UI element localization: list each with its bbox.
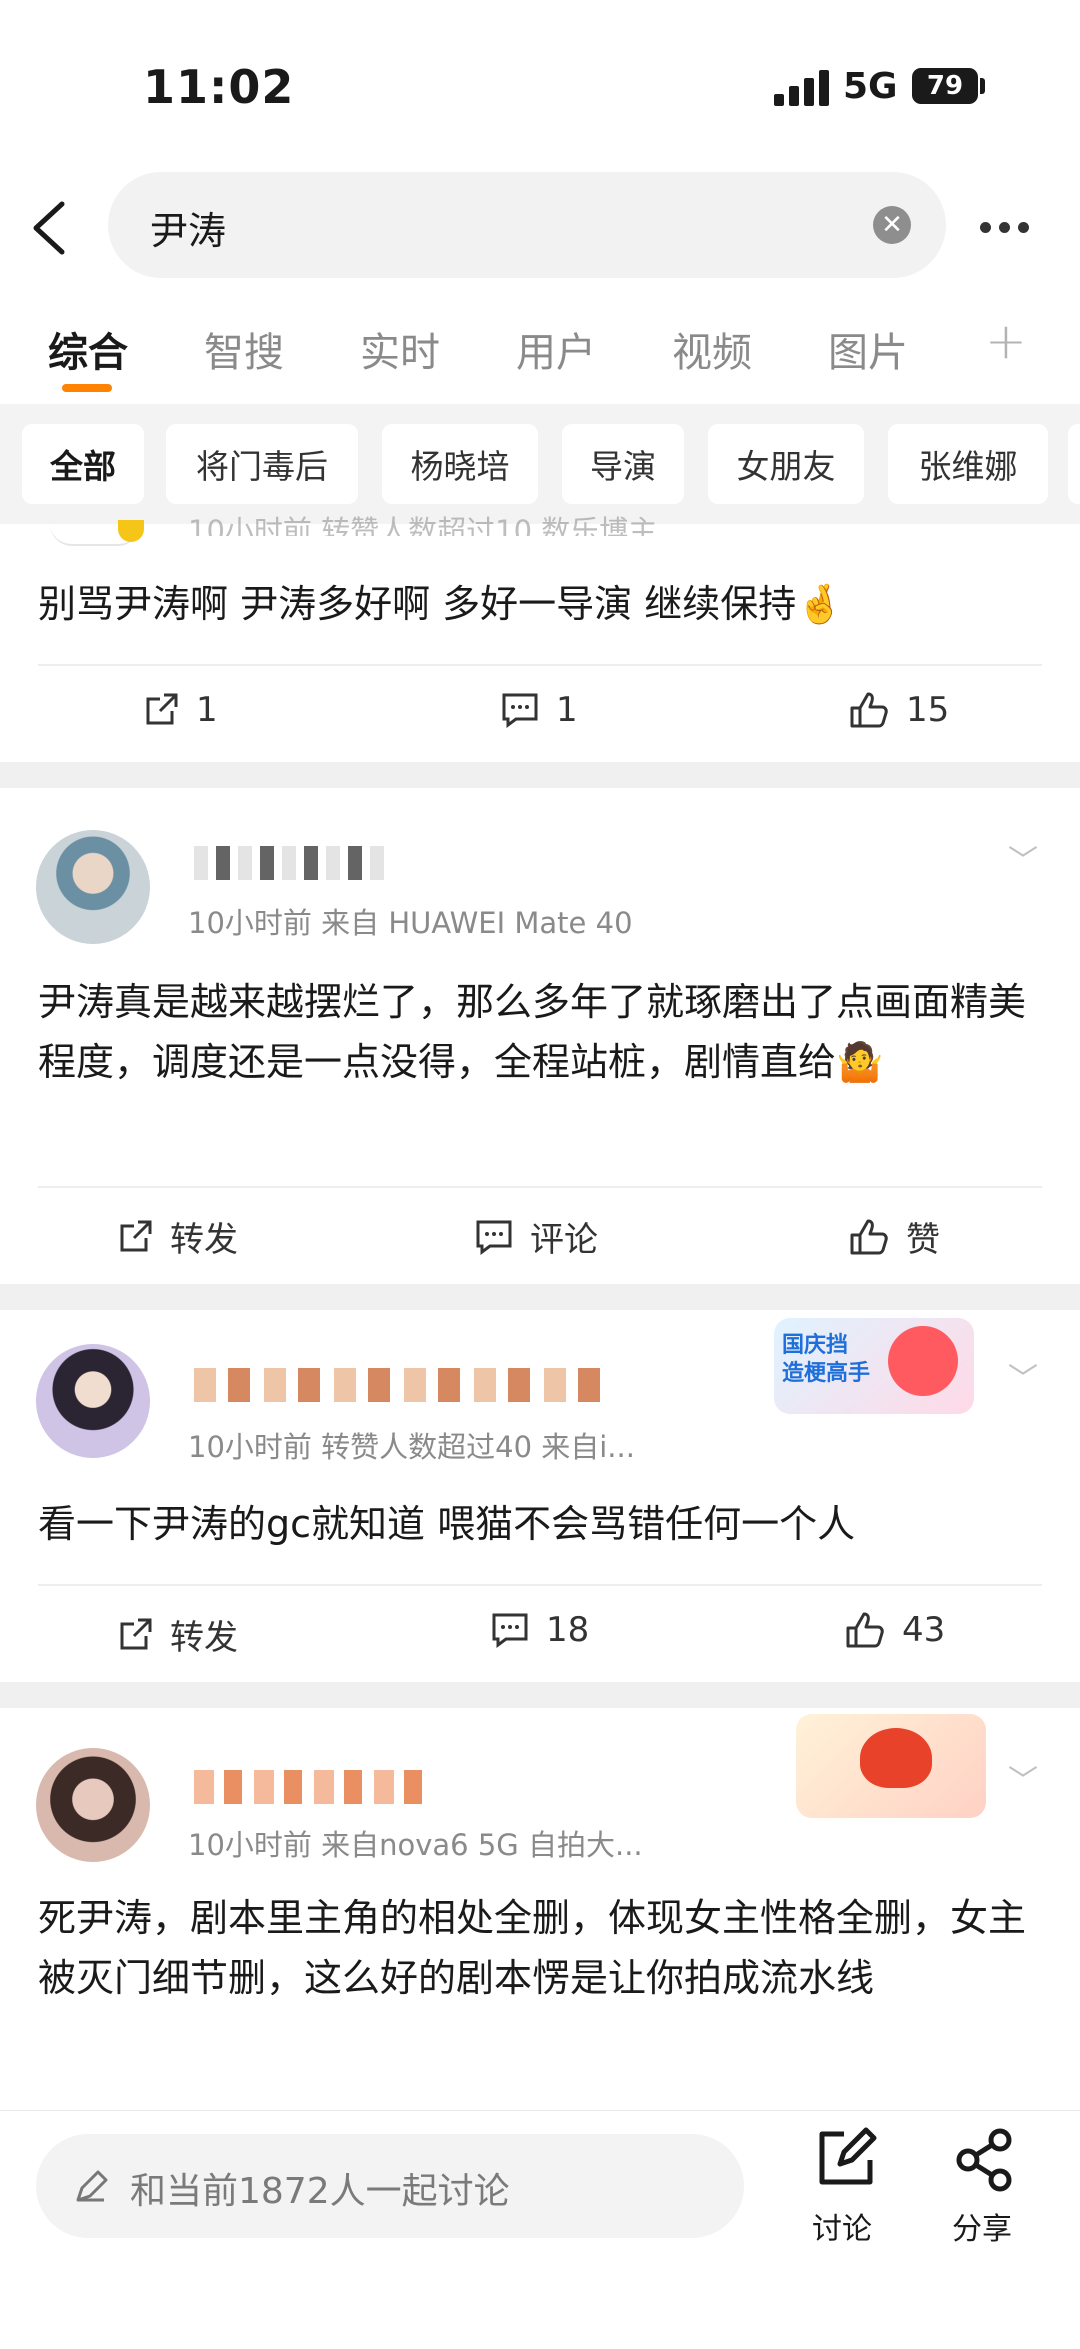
filter-all[interactable]: 全部 [22, 424, 144, 504]
comment-label: 评论 [530, 1220, 598, 1260]
more-options-icon[interactable] [980, 218, 1037, 237]
badge-text: 国庆挡 造梗高手 [782, 1333, 871, 1386]
filter-chip[interactable]: 杨晓培 [382, 424, 538, 504]
repost-label: 转发 [170, 1618, 238, 1658]
chevron-down-icon[interactable]: ﹀ [1008, 1756, 1038, 1800]
verified-badge-icon [118, 520, 144, 542]
comment-icon [492, 1613, 528, 1648]
tab-smart-search[interactable]: 智搜 [204, 320, 284, 378]
tab-comprehensive[interactable]: 综合 [48, 320, 128, 378]
like-label: 赞 [906, 1220, 940, 1260]
divider [38, 1584, 1042, 1586]
comment-button[interactable]: 18 [490, 1610, 589, 1650]
repost-button[interactable]: 1 [142, 690, 218, 730]
badge-decoration [796, 1714, 986, 1818]
comment-button[interactable]: 评论 [474, 1212, 598, 1261]
repost-button[interactable]: 转发 [116, 1212, 238, 1261]
avatar[interactable] [36, 1344, 150, 1458]
search-bar[interactable] [108, 172, 946, 278]
chevron-down-icon[interactable]: ﹀ [1008, 836, 1038, 880]
post-text: 死尹涛，剧本里主角的相处全删，体现女主性格全删，女主被灭门细节删，这么好的剧本愣… [38, 1896, 1027, 2000]
battery-icon: 79 [912, 68, 978, 104]
pencil-icon [76, 2170, 108, 2202]
post-meta: 10小时前 来自 HUAWEI Mate 40 [188, 906, 633, 940]
signal-icon [774, 70, 829, 106]
post-meta: 10小时前 转赞人数超过10 数乐博主 [188, 514, 658, 536]
koi-fish-icon [860, 1728, 932, 1788]
username-blurred[interactable] [194, 1770, 434, 1804]
filter-chip[interactable]: 女朋友 [708, 424, 864, 504]
share-button[interactable]: 分享 [944, 2126, 1028, 2247]
section-divider [0, 762, 1080, 788]
comment-placeholder[interactable]: 和当前1872人一起讨论 [130, 2162, 510, 2214]
battery-tip [980, 78, 985, 94]
repost-icon [120, 1618, 152, 1649]
post-meta: 10小时前 转赞人数超过40 来自i... [188, 1430, 635, 1464]
divider [38, 664, 1042, 666]
tab-users[interactable]: 用户 [516, 320, 596, 378]
status-bar: 11:02 5G 79 [0, 0, 1080, 170]
post-text: 看一下尹涛的gc就知道 喂猫不会骂错任何一个人 [38, 1502, 856, 1546]
discuss-button[interactable]: 讨论 [804, 2126, 888, 2247]
repost-label: 转发 [170, 1220, 238, 1260]
mascot-icon [888, 1326, 958, 1396]
badge-decoration: 国庆挡 造梗高手 [774, 1318, 974, 1414]
repost-count: 1 [196, 690, 218, 730]
status-time: 11:02 [143, 60, 295, 114]
search-input[interactable]: 尹涛 [150, 200, 226, 255]
edit-square-icon [819, 2127, 877, 2185]
avatar[interactable] [36, 1748, 150, 1862]
active-tab-indicator [62, 384, 112, 392]
post-text: 尹涛真是越来越摆烂了，那么多年了就琢磨出了点画面精美程度，调度还是一点没得，全程… [38, 980, 1027, 1084]
filter-chip[interactable]: 将门毒后 [166, 424, 358, 504]
avatar[interactable] [36, 830, 150, 944]
comment-icon [476, 1220, 512, 1255]
share-label: 分享 [952, 2212, 1012, 2247]
filter-chip-overflow[interactable] [1068, 424, 1080, 504]
like-icon [846, 1612, 884, 1648]
username-blurred[interactable] [194, 1368, 612, 1402]
comment-icon [502, 693, 538, 728]
add-tab-icon[interactable]: + [985, 312, 1027, 370]
back-arrow-icon[interactable] [28, 200, 72, 256]
like-icon [850, 692, 888, 728]
section-divider [0, 1284, 1080, 1310]
discuss-label: 讨论 [812, 2212, 872, 2247]
post-meta: 10小时前 来自nova6 5G 自拍大... [188, 1828, 643, 1862]
like-button[interactable]: 15 [848, 690, 949, 730]
like-count: 15 [906, 690, 950, 730]
network-type: 5G [843, 66, 898, 107]
post-text: 别骂尹涛啊 尹涛多好啊 多好一导演 继续保持🤞 [38, 582, 844, 626]
username-blurred[interactable] [194, 846, 390, 880]
divider [38, 1186, 1042, 1188]
chevron-down-icon[interactable]: ﹀ [1008, 1354, 1038, 1398]
like-button[interactable]: 赞 [848, 1212, 940, 1261]
comment-count: 18 [546, 1610, 590, 1650]
tab-images[interactable]: 图片 [828, 320, 908, 378]
like-count: 43 [902, 1610, 946, 1650]
tab-realtime[interactable]: 实时 [360, 320, 440, 378]
clear-search-icon[interactable]: ✕ [873, 206, 911, 244]
repost-icon [146, 693, 178, 725]
section-divider [0, 1682, 1080, 1708]
tab-videos[interactable]: 视频 [672, 320, 752, 378]
like-button[interactable]: 43 [844, 1610, 945, 1650]
like-icon [850, 1219, 888, 1254]
repost-icon [120, 1220, 152, 1251]
comment-count: 1 [556, 690, 578, 730]
comment-button[interactable]: 1 [500, 690, 578, 730]
filter-chip[interactable]: 张维娜 [888, 424, 1048, 504]
share-icon [956, 2128, 1012, 2192]
filter-chip[interactable]: 导演 [562, 424, 684, 504]
repost-button[interactable]: 转发 [116, 1610, 238, 1659]
